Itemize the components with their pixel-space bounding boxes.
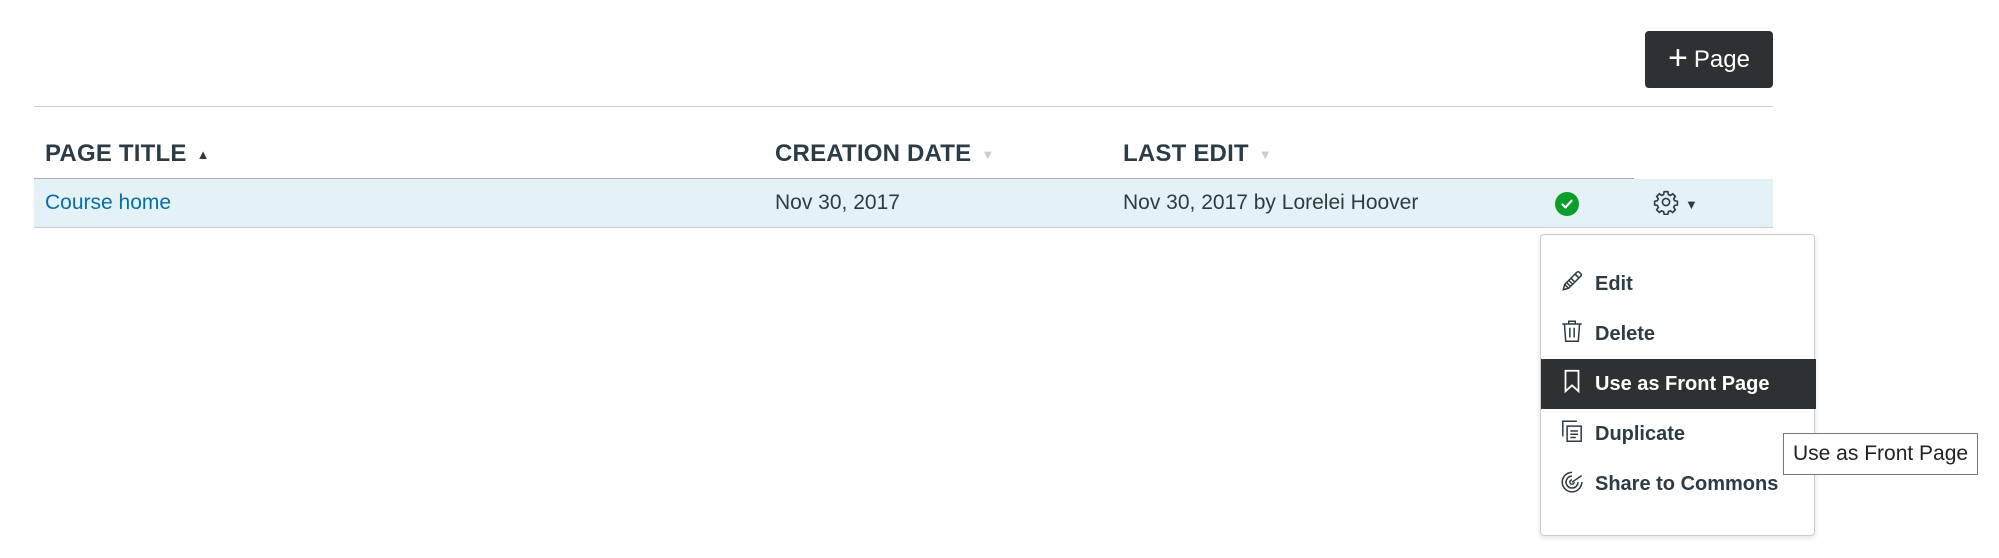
menu-item-share-to-commons[interactable]: Share to Commons [1541, 459, 1816, 509]
page-title-link[interactable]: Course home [45, 191, 171, 215]
creation-date: Nov 30, 2017 [775, 191, 900, 214]
copy-icon [1559, 418, 1585, 450]
column-header-label: CREATION DATE [775, 140, 972, 167]
menu-item-use-as-front-page[interactable]: Use as Front Page [1541, 359, 1816, 409]
last-edit: Nov 30, 2017 by Lorelei Hoover [1123, 191, 1419, 214]
bookmark-icon [1559, 368, 1585, 400]
column-header-label: LAST EDIT [1123, 140, 1249, 167]
chevron-down-icon: ▼ [1685, 197, 1698, 212]
sort-icon: ▼ [981, 146, 995, 162]
add-page-label: Page [1693, 45, 1750, 73]
menu-item-duplicate[interactable]: Duplicate [1541, 409, 1816, 459]
menu-item-label: Use as Front Page [1595, 372, 1770, 395]
column-header-page-title[interactable]: PAGE TITLE ▲ [45, 140, 210, 168]
menu-item-label: Edit [1595, 272, 1633, 295]
share-icon [1559, 468, 1585, 500]
gear-icon [1653, 189, 1679, 220]
column-header-last-edit[interactable]: LAST EDIT ▼ [1123, 140, 1272, 168]
tooltip: Use as Front Page [1783, 433, 1979, 475]
page-actions-menu: Edit Delete Use as Front Page Duplicate [1540, 234, 1816, 536]
divider [34, 106, 1773, 107]
menu-item-label: Share to Commons [1595, 472, 1779, 495]
sort-icon: ▼ [1258, 146, 1272, 162]
column-header-creation-date[interactable]: CREATION DATE ▼ [775, 140, 994, 168]
sort-ascending-icon: ▲ [196, 146, 210, 162]
add-page-button[interactable]: + Page [1645, 31, 1773, 88]
pencil-icon [1559, 268, 1585, 300]
published-check-icon[interactable] [1555, 192, 1579, 216]
settings-menu-button[interactable]: ▼ [1653, 189, 1698, 220]
menu-item-delete[interactable]: Delete [1541, 309, 1816, 359]
column-header-label: PAGE TITLE [45, 140, 187, 167]
menu-item-label: Duplicate [1595, 422, 1686, 445]
plus-icon: + [1668, 39, 1688, 77]
menu-item-edit[interactable]: Edit [1541, 259, 1816, 309]
table-row: Course home Nov 30, 2017 Nov 30, 2017 by… [34, 179, 1773, 228]
trash-icon [1559, 318, 1585, 350]
menu-item-label: Delete [1595, 322, 1656, 345]
